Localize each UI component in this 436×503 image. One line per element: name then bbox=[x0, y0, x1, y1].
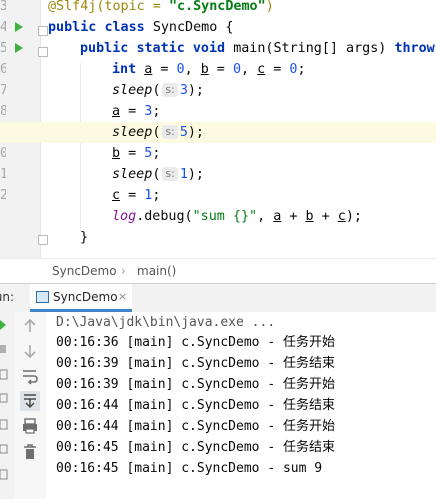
fold-method-icon[interactable] bbox=[38, 47, 48, 57]
run-main-icon[interactable] bbox=[15, 43, 23, 53]
code-line-sleep: sleep(s: 3); bbox=[112, 83, 204, 98]
breadcrumb: SyncDemo › main() bbox=[0, 258, 436, 284]
soft-wrap-icon[interactable] bbox=[20, 366, 40, 386]
settings-icon bbox=[0, 469, 8, 480]
code-line-assign: c = 1; bbox=[112, 188, 161, 203]
layout-icon bbox=[0, 419, 8, 430]
exit-icon bbox=[0, 393, 8, 403]
indent-guide bbox=[80, 63, 81, 231]
code-line-int-decl: int a = 0, b = 0, c = 0; bbox=[112, 62, 306, 77]
console-line: 00:16:45 [main] c.SyncDemo - sum 9 bbox=[56, 461, 323, 476]
run-actions-toolbar bbox=[0, 312, 15, 499]
breadcrumb-separator: › bbox=[121, 264, 126, 278]
scroll-to-end-icon[interactable] bbox=[20, 391, 40, 411]
stop-icon bbox=[0, 345, 6, 353]
console-line: 00:16:44 [main] c.SyncDemo - 任务开始 bbox=[56, 419, 335, 434]
close-icon[interactable]: × bbox=[118, 290, 127, 303]
console-line: D:\Java\jdk\bin\java.exe ... bbox=[56, 315, 276, 330]
breadcrumb-method[interactable]: main() bbox=[137, 264, 176, 278]
line-number: 1 bbox=[0, 167, 6, 182]
code-line-assign: b = 5; bbox=[112, 146, 161, 161]
rerun-icon bbox=[0, 320, 6, 330]
line-number: 5 bbox=[0, 41, 6, 56]
console-line: 00:16:36 [main] c.SyncDemo - 任务开始 bbox=[56, 335, 335, 350]
scroll-down-icon[interactable] bbox=[20, 341, 40, 361]
console-toolbar bbox=[14, 312, 47, 499]
console-line: 00:16:39 [main] c.SyncDemo - 任务结束 bbox=[56, 356, 335, 371]
code-line-assign: a = 3; bbox=[112, 104, 161, 119]
console-line: 00:16:45 [main] c.SyncDemo - 任务结束 bbox=[56, 440, 335, 455]
line-number: 2 bbox=[0, 188, 6, 203]
tab-label: SyncDemo bbox=[53, 290, 118, 304]
scroll-up-icon[interactable] bbox=[20, 316, 40, 336]
tab-syncdemo[interactable]: SyncDemo × bbox=[30, 284, 132, 312]
code-line-class-decl: public class SyncDemo { bbox=[48, 20, 234, 35]
app-icon bbox=[36, 291, 49, 303]
line-number: 7 bbox=[0, 83, 6, 98]
line-number: 0 bbox=[0, 146, 6, 161]
code-editor[interactable]: 3 4 5 6 7 8 9 0 1 2 @Slf4j(topic = "c.Sy… bbox=[0, 0, 436, 258]
code-line-log: log.debug("sum {}", a + b + c); bbox=[112, 209, 362, 224]
fold-class-icon[interactable] bbox=[38, 26, 48, 36]
code-line-sleep: sleep(s: 1); bbox=[112, 167, 204, 182]
run-actions-icons bbox=[0, 320, 8, 480]
clear-all-icon[interactable] bbox=[20, 442, 40, 462]
run-tool-window-header: Run: SyncDemo × bbox=[0, 283, 436, 313]
breadcrumb-class[interactable]: SyncDemo bbox=[52, 264, 117, 278]
param-hint: s: bbox=[162, 167, 178, 181]
print-icon[interactable] bbox=[20, 416, 40, 436]
line-number: 4 bbox=[0, 20, 6, 35]
code-line-sleep: sleep(s: 5); bbox=[112, 125, 204, 140]
fold-end-icon[interactable] bbox=[38, 235, 48, 245]
console-output[interactable]: D:\Java\jdk\bin\java.exe ... 00:16:36 [m… bbox=[46, 312, 436, 499]
code-line-main-decl: public static void main(String[] args) t… bbox=[80, 41, 436, 56]
param-hint: s: bbox=[162, 83, 178, 97]
run-label: Run: bbox=[0, 290, 15, 304]
console-line: 00:16:39 [main] c.SyncDemo - 任务开始 bbox=[56, 377, 335, 392]
line-number: 6 bbox=[0, 62, 6, 77]
console-line: 00:16:44 [main] c.SyncDemo - 任务结束 bbox=[56, 398, 335, 413]
line-number: 8 bbox=[0, 104, 6, 119]
current-line-highlight bbox=[0, 122, 436, 143]
run-class-icon[interactable] bbox=[15, 22, 23, 32]
param-hint: s: bbox=[162, 125, 178, 139]
camera-icon bbox=[0, 369, 8, 380]
line-number: 3 bbox=[0, 0, 6, 14]
code-line-close-brace: } bbox=[80, 230, 89, 245]
code-line-annotation: @Slf4j(topic = "c.SyncDemo") bbox=[48, 0, 274, 14]
pin-icon bbox=[0, 444, 8, 454]
